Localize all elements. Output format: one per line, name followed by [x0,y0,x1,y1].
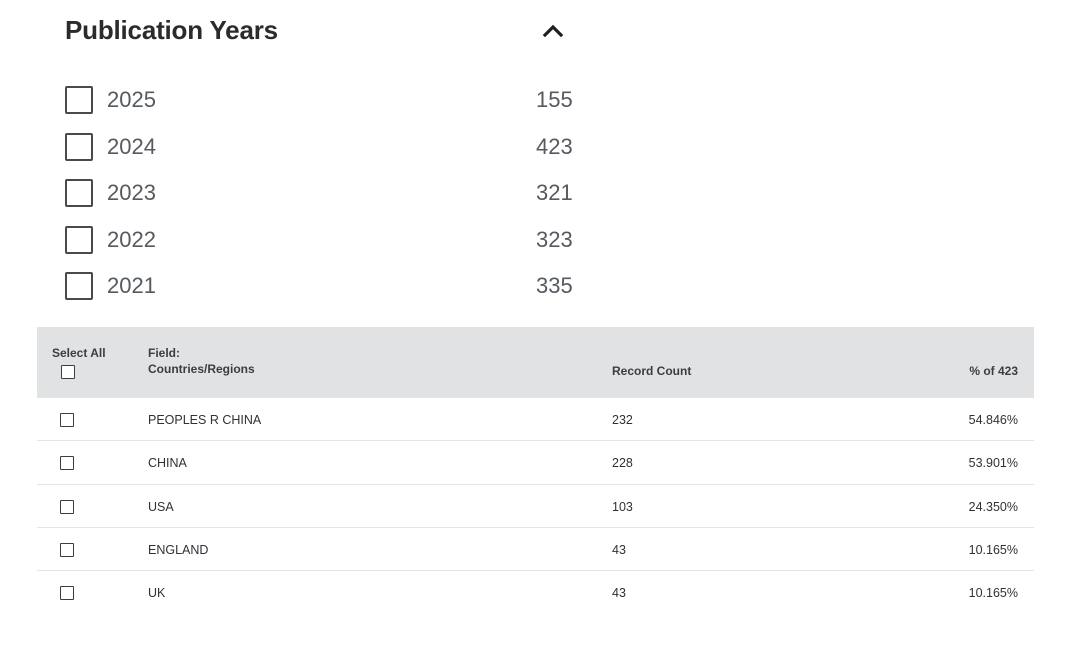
year-count: 155 [536,87,573,113]
row-checkbox[interactable] [60,499,74,514]
select-all-label: Select All [52,346,106,360]
year-label: 2023 [107,180,156,206]
table-header: Select All Field: Countries/Regions Reco… [37,327,1034,398]
facet-title: Publication Years [65,15,278,45]
year-count: 335 [536,273,573,299]
country-name: CHINA [148,456,187,471]
record-percent: 10.165% [968,586,1018,601]
country-name: PEOPLES R CHINA [148,413,262,427]
record-count: 232 [612,413,633,427]
chevron-up-icon [542,24,564,38]
table-row: USA 103 24.350% [37,485,1034,528]
publication-years-facet: Publication Years 2025 155 2024 423 2023… [0,0,1080,320]
row-checkbox[interactable] [60,586,74,601]
country-name: USA [148,499,174,514]
record-percent: 10.165% [968,542,1018,557]
row-checkbox[interactable] [60,456,74,471]
year-count: 323 [536,226,573,252]
year-count: 423 [536,133,573,159]
select-all-checkbox[interactable] [61,365,75,379]
field-header-value: Countries/Regions [148,362,255,376]
record-count: 103 [612,499,633,514]
field-header-label: Field: [148,346,180,360]
year-count: 321 [536,180,573,206]
year-option-2021[interactable]: 2021 335 [65,263,625,310]
year-checkbox[interactable] [65,225,93,254]
year-checkbox[interactable] [65,86,93,115]
countries-regions-table: Select All Field: Countries/Regions Reco… [37,327,1034,614]
field-column-header: Field: Countries/Regions [148,345,255,377]
year-option-2025[interactable]: 2025 155 [65,77,625,124]
table-row: PEOPLES R CHINA 232 54.846% [37,398,1034,442]
record-count-column-header: Record Count [612,364,692,378]
year-label: 2025 [107,87,156,113]
year-option-2023[interactable]: 2023 321 [65,170,625,217]
year-option-2022[interactable]: 2022 323 [65,217,625,264]
record-percent: 53.901% [968,456,1018,471]
record-percent: 24.350% [968,499,1018,514]
country-name: UK [148,586,166,601]
year-options-list: 2025 155 2024 423 2023 321 2022 323 2021… [65,77,625,310]
record-count: 228 [612,456,633,471]
record-count: 43 [612,542,626,557]
percent-column-header: % of 423 [969,364,1018,378]
year-checkbox[interactable] [65,272,93,301]
year-option-2024[interactable]: 2024 423 [65,124,625,171]
row-checkbox[interactable] [60,542,74,557]
record-percent: 54.846% [968,413,1018,427]
year-checkbox[interactable] [65,132,93,161]
record-count: 43 [612,586,626,601]
year-label: 2022 [107,226,156,252]
collapse-facet-button[interactable] [538,14,568,46]
country-name: ENGLAND [148,542,209,557]
row-checkbox[interactable] [60,413,74,427]
table-row: ENGLAND 43 10.165% [37,528,1034,572]
year-label: 2024 [107,133,156,159]
table-row: CHINA 228 53.901% [37,441,1034,485]
year-checkbox[interactable] [65,179,93,208]
year-label: 2021 [107,273,156,299]
table-row: UK 43 10.165% [37,571,1034,614]
